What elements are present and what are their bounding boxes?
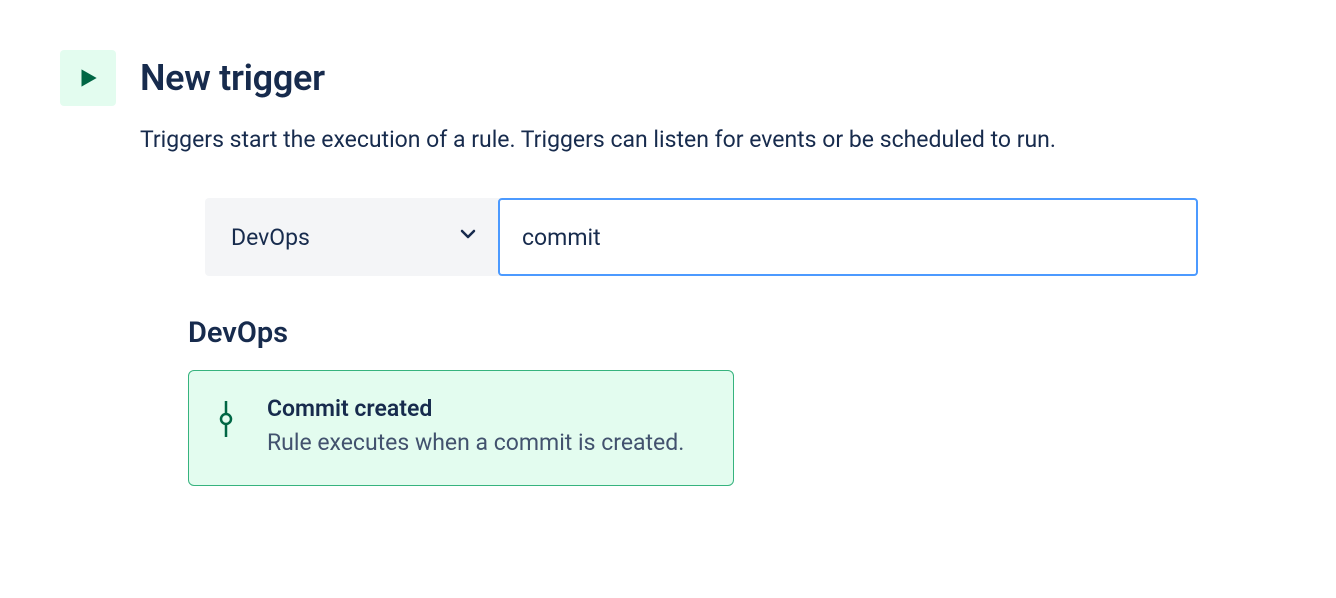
card-description: Rule executes when a commit is created. bbox=[267, 426, 705, 461]
header-row: New trigger bbox=[60, 50, 1276, 106]
category-dropdown[interactable]: DevOps bbox=[205, 198, 500, 276]
dropdown-label: DevOps bbox=[231, 224, 310, 251]
card-text: Commit created Rule executes when a comm… bbox=[267, 395, 705, 461]
trigger-card-commit-created[interactable]: Commit created Rule executes when a comm… bbox=[188, 370, 734, 486]
commit-icon bbox=[217, 395, 235, 461]
section-title: DevOps bbox=[188, 316, 1276, 350]
play-icon bbox=[60, 50, 116, 106]
chevron-down-icon bbox=[456, 222, 480, 252]
filter-row: DevOps bbox=[205, 198, 1276, 276]
card-title: Commit created bbox=[267, 395, 705, 422]
page-description: Triggers start the execution of a rule. … bbox=[140, 124, 1276, 156]
search-input[interactable] bbox=[498, 198, 1198, 276]
page-title: New trigger bbox=[140, 57, 325, 99]
